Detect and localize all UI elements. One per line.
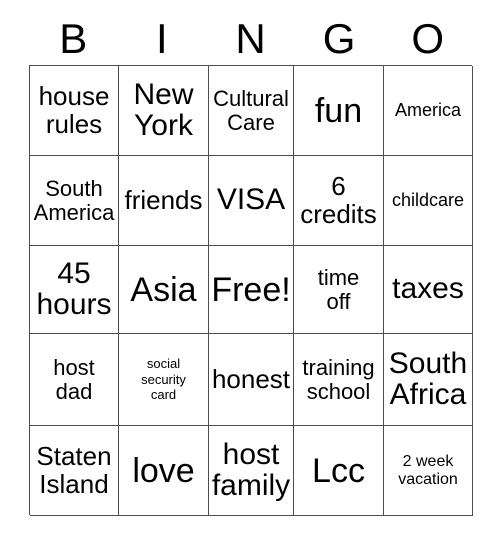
bingo-cell-b3[interactable]: 45 hours: [30, 246, 119, 334]
bingo-cell-g1[interactable]: fun: [294, 66, 384, 156]
bingo-cell-label: VISA: [216, 183, 286, 217]
bingo-cell-n4[interactable]: honest: [209, 334, 294, 426]
bingo-cell-n2[interactable]: VISA: [209, 156, 294, 246]
bingo-card: B I N G O house rules New York Cultural …: [0, 0, 500, 544]
bingo-cell-g3[interactable]: time off: [294, 246, 384, 334]
bingo-cell-n1[interactable]: Cultural Care: [209, 66, 294, 156]
bingo-cell-label: 6 credits: [300, 171, 377, 229]
bingo-cell-i3[interactable]: Asia: [119, 246, 209, 334]
bingo-cell-o3[interactable]: taxes: [384, 246, 473, 334]
bingo-cell-o2[interactable]: childcare: [384, 156, 473, 246]
bingo-cell-i1[interactable]: New York: [119, 66, 209, 156]
bingo-cell-g4[interactable]: training school: [294, 334, 384, 426]
bingo-cell-label: childcare: [391, 189, 465, 210]
bingo-cell-b5[interactable]: Staten Island: [30, 426, 119, 516]
bingo-cell-label: host family: [211, 437, 291, 502]
header-letter-b: B: [59, 14, 88, 62]
header-letter-g: G: [322, 14, 356, 62]
bingo-cell-o5[interactable]: 2 week vacation: [384, 426, 473, 516]
bingo-cell-free-space[interactable]: Free!: [209, 246, 294, 334]
bingo-cell-g2[interactable]: 6 credits: [294, 156, 384, 246]
bingo-cell-label: South America: [33, 176, 115, 225]
bingo-cell-label: Staten Island: [36, 441, 112, 499]
bingo-cell-b1[interactable]: house rules: [30, 66, 119, 156]
bingo-cell-label: love: [132, 451, 195, 490]
bingo-cell-label: time off: [317, 265, 360, 314]
bingo-cell-label: house rules: [38, 81, 110, 139]
bingo-cell-label: taxes: [392, 272, 464, 306]
bingo-cell-label: 45 hours: [36, 256, 112, 321]
bingo-cell-label: honest: [211, 363, 291, 394]
bingo-cell-label: fun: [314, 91, 363, 130]
bingo-cell-n5[interactable]: host family: [209, 426, 294, 516]
bingo-grid: house rules New York Cultural Care fun A…: [29, 65, 473, 516]
bingo-cell-label: New York: [133, 77, 194, 142]
bingo-cell-label: Free!: [211, 270, 291, 309]
bingo-cell-b2[interactable]: South America: [30, 156, 119, 246]
bingo-cell-i2[interactable]: friends: [119, 156, 209, 246]
bingo-cell-o4[interactable]: South Africa: [384, 334, 473, 426]
bingo-cell-label: Lcc: [312, 451, 365, 490]
bingo-cell-label: training school: [302, 355, 375, 404]
bingo-cell-label: Asia: [130, 270, 197, 309]
bingo-cell-o1[interactable]: America: [384, 66, 473, 156]
bingo-cell-label: South Africa: [388, 346, 468, 411]
header-letter-o: O: [411, 14, 444, 62]
bingo-cell-label: social security card: [141, 355, 186, 403]
bingo-cell-i5[interactable]: love: [119, 426, 209, 516]
bingo-cell-b4[interactable]: host dad: [30, 334, 119, 426]
bingo-cell-g5[interactable]: Lcc: [294, 426, 384, 516]
header-letter-n: N: [235, 14, 266, 62]
bingo-cell-i4[interactable]: social security card: [119, 334, 209, 426]
bingo-cell-label: 2 week vacation: [398, 452, 458, 488]
bingo-header-row: B I N G O: [29, 12, 472, 65]
bingo-cell-label: host dad: [53, 355, 95, 404]
bingo-cell-label: Cultural Care: [213, 86, 289, 135]
bingo-cell-label: America: [394, 99, 461, 120]
header-letter-i: I: [156, 14, 168, 62]
bingo-cell-label: friends: [124, 184, 203, 215]
